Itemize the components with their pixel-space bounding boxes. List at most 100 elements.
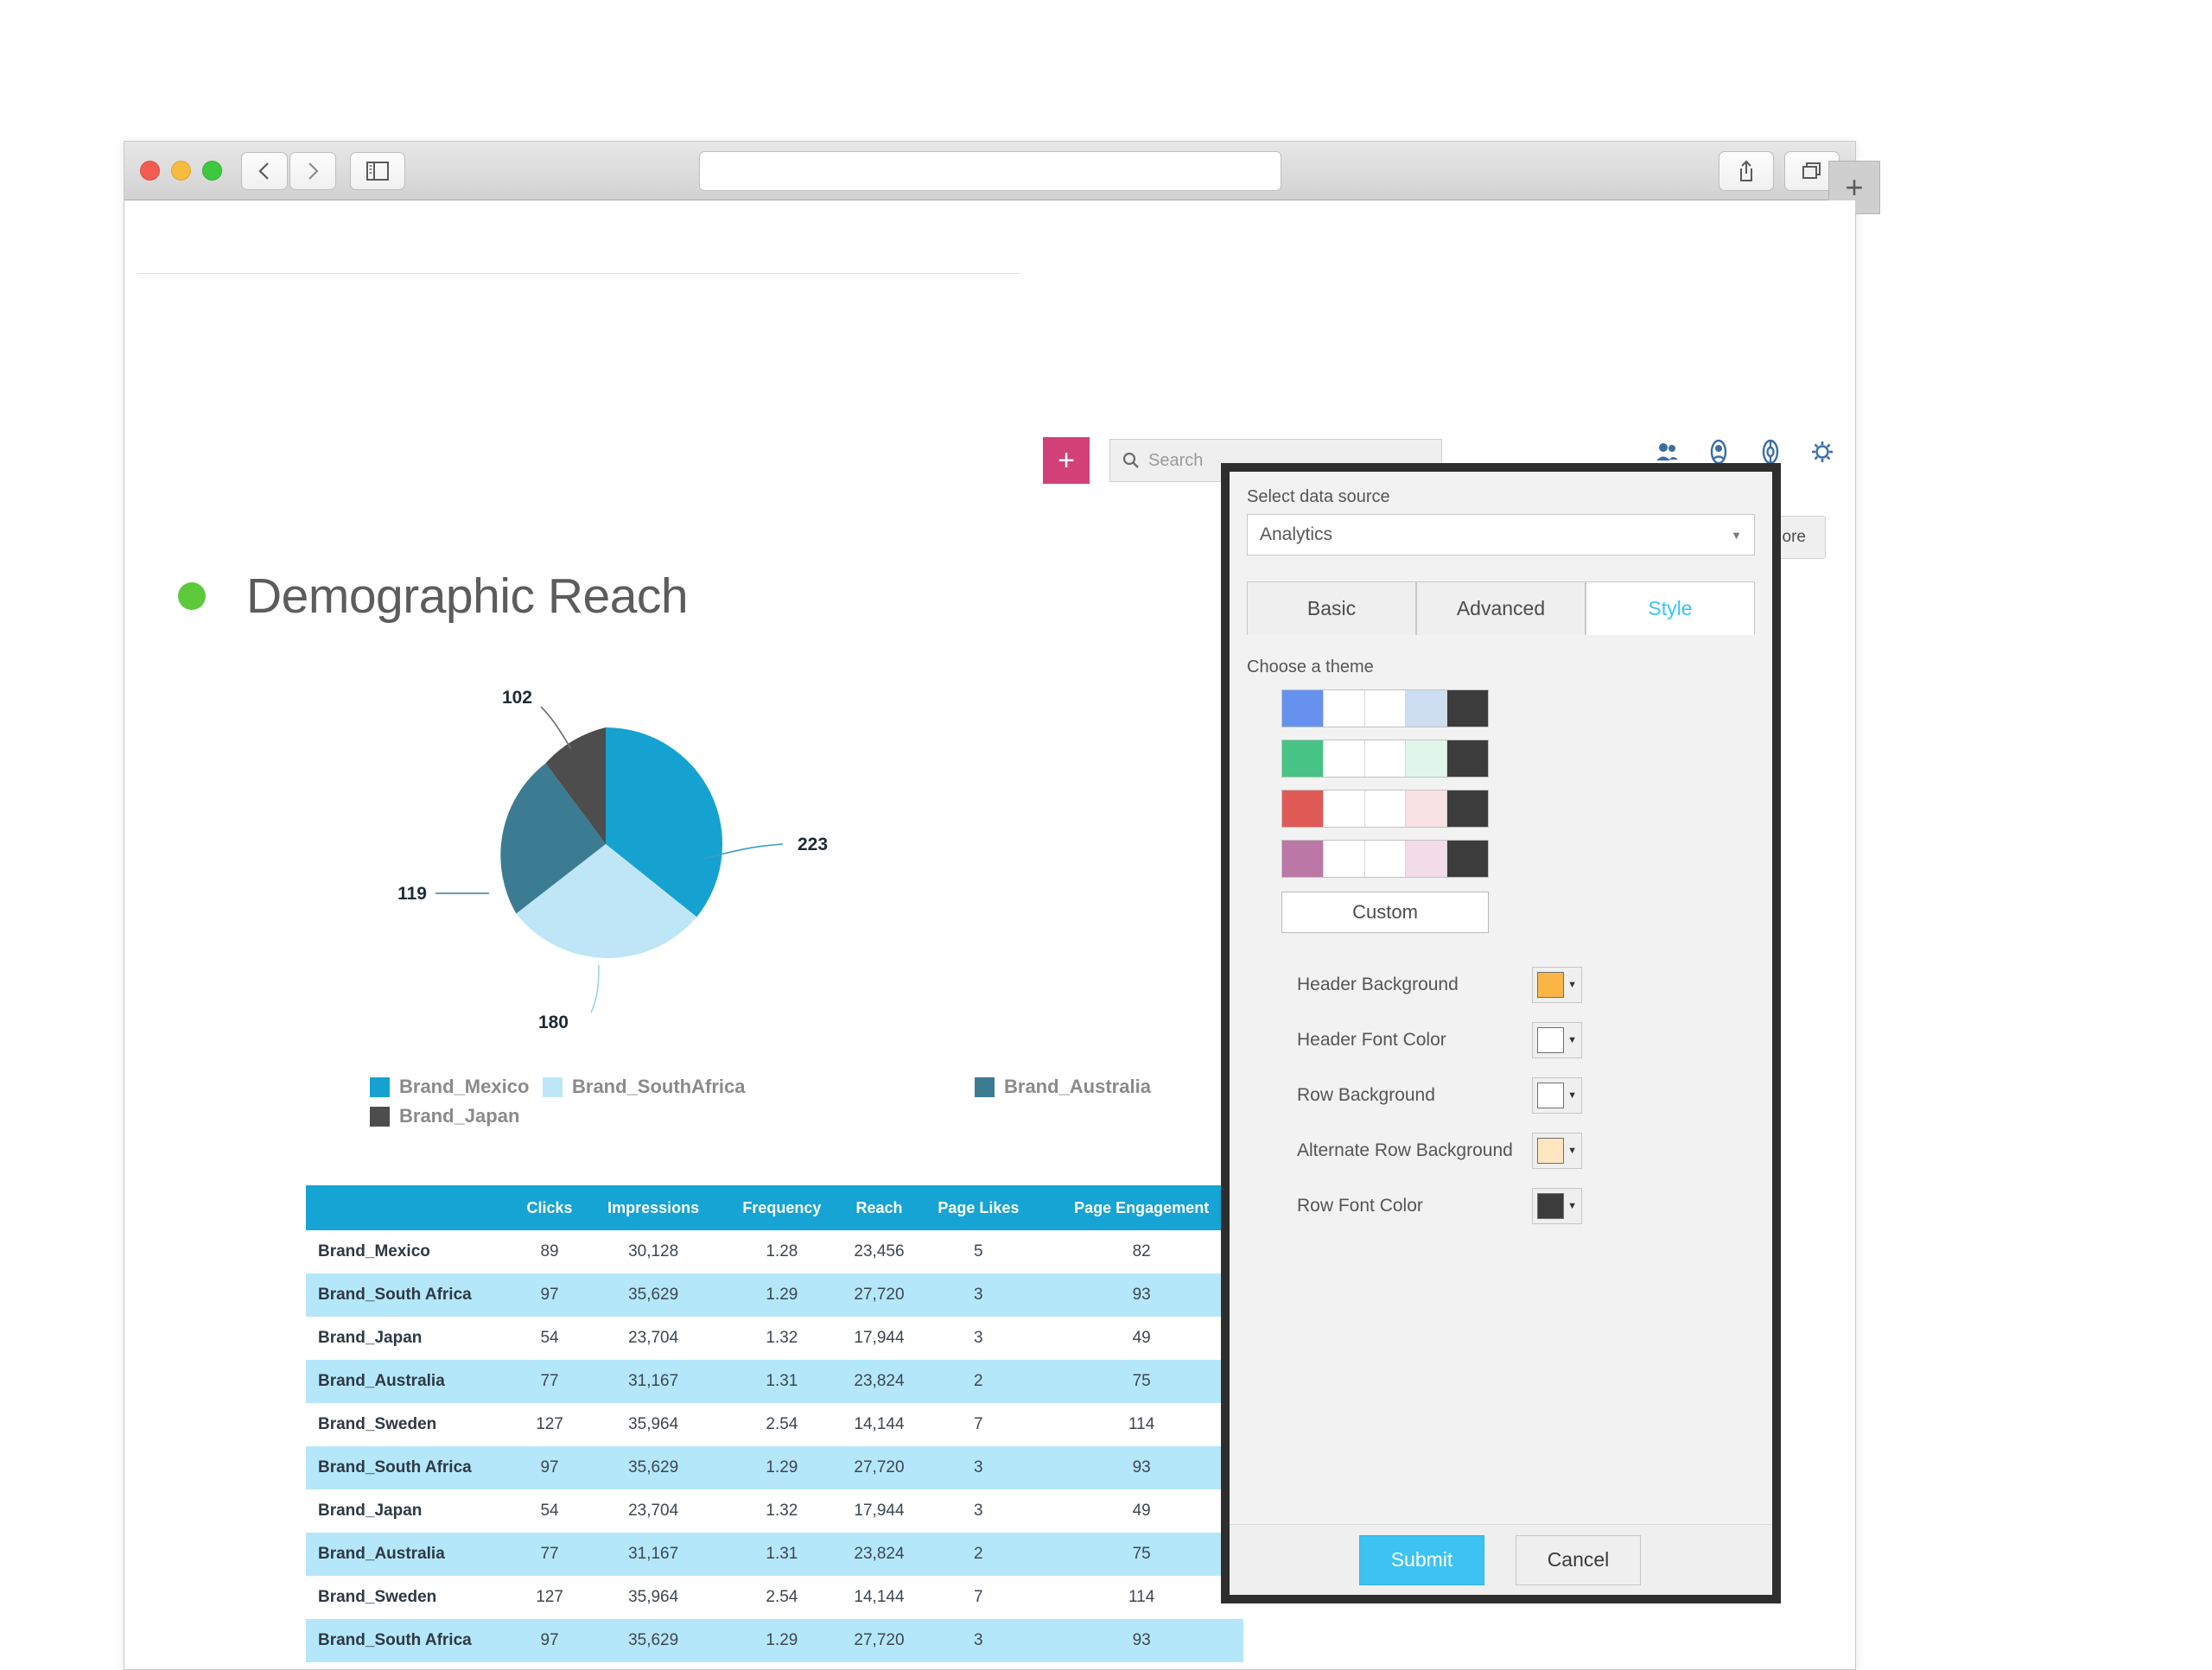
table-cell-brand: Brand_South Africa xyxy=(306,1273,515,1317)
theme-option-3[interactable] xyxy=(1281,840,1489,878)
legend-swatch-brand-mexico xyxy=(370,1076,390,1097)
table-row[interactable]: Brand_Australia 77 31,167 1.31 23,824 2 75 xyxy=(306,1360,1243,1403)
search-placeholder: Search xyxy=(1148,450,1204,470)
theme-option-1[interactable] xyxy=(1281,740,1489,778)
table-row[interactable]: Brand_Japan5423,7041.3217,944349 xyxy=(306,1662,1243,1669)
color-picker[interactable]: ▼ xyxy=(1532,1077,1582,1114)
close-window-button[interactable] xyxy=(140,161,160,181)
table-cell-brand: Brand_Sweden xyxy=(318,1588,437,1606)
zoom-window-button[interactable] xyxy=(202,161,222,181)
style-option-row: Row Font Color ▼ xyxy=(1247,1184,1755,1229)
table-row[interactable]: Brand_South Africa 97 35,629 1.29 27,720 3 93 xyxy=(306,1446,1243,1489)
table-cell: 2.54 xyxy=(766,1415,798,1433)
theme-swatch xyxy=(1364,690,1407,727)
table-cell: 27,720 xyxy=(841,1446,918,1489)
color-picker[interactable]: ▼ xyxy=(1532,1188,1582,1224)
users-icon[interactable] xyxy=(1654,439,1680,465)
table-cell: 31,167 xyxy=(584,1360,723,1403)
table-cell-brand: Brand_South Africa xyxy=(306,1619,515,1662)
color-picker[interactable]: ▼ xyxy=(1532,1133,1582,1169)
table-head: Clicks Impressions Frequency Reach Page … xyxy=(306,1185,1243,1230)
sidebar-toggle-button[interactable] xyxy=(350,151,405,190)
legend-item-brand-southafrica[interactable]: Brand_SouthAfrica xyxy=(543,1076,975,1098)
tab-style[interactable]: Style xyxy=(1586,581,1755,635)
cancel-button[interactable]: Cancel xyxy=(1516,1534,1641,1585)
legend-row-2: Brand_Japan xyxy=(370,1105,1165,1127)
table-cell: 93 xyxy=(1039,1273,1243,1317)
table-cell: 54 xyxy=(515,1662,584,1669)
submit-button[interactable]: Submit xyxy=(1359,1534,1484,1585)
table-header-cell-4[interactable]: Reach xyxy=(841,1185,918,1230)
tab-advanced[interactable]: Advanced xyxy=(1416,581,1586,635)
color-picker[interactable]: ▼ xyxy=(1532,1022,1582,1058)
table-header-cell-3[interactable]: Frequency xyxy=(722,1185,842,1230)
sidebar-icon xyxy=(366,161,389,181)
custom-theme-button[interactable]: Custom xyxy=(1281,892,1489,933)
legend-item-brand-mexico[interactable]: Brand_Mexico xyxy=(370,1076,543,1098)
leader-line-180 xyxy=(590,964,600,1013)
table-row[interactable]: Brand_Japan5423,7041.3217,944349 xyxy=(306,1489,1243,1533)
theme-option-2[interactable] xyxy=(1281,790,1489,828)
chart-legend: Brand_Mexico Brand_SouthAfrica Brand_Aus… xyxy=(370,1076,1165,1127)
url-input[interactable] xyxy=(698,150,1281,191)
table-cell: 35,629 xyxy=(584,1446,723,1489)
table-row[interactable]: Brand_Australia 77 31,167 1.31 23,824 2 75 xyxy=(306,1533,1243,1576)
table-cell: 97 xyxy=(515,1273,585,1317)
theme-section-label: Choose a theme xyxy=(1247,657,1374,676)
nav-buttons xyxy=(241,151,336,190)
table-row[interactable]: Brand_Sweden 127 35,964 2.54 14,144 7 114 xyxy=(306,1576,1243,1619)
data-source-select[interactable]: Analytics ▼ xyxy=(1247,514,1755,556)
minimize-window-button[interactable] xyxy=(171,161,191,181)
color-picker[interactable]: ▼ xyxy=(1532,967,1582,1003)
legend-item-brand-japan[interactable]: Brand_Japan xyxy=(370,1105,519,1127)
pie-chart-svg: 223 180 119 102 xyxy=(397,688,828,1032)
color-swatch xyxy=(1537,1193,1565,1219)
table-cell: 31,167 xyxy=(584,1533,723,1576)
forward-button[interactable] xyxy=(289,151,336,190)
table-header-cell-2[interactable]: Impressions xyxy=(584,1185,723,1230)
add-widget-button[interactable]: + xyxy=(1043,437,1090,484)
legend-label-brand-japan: Brand_Japan xyxy=(399,1105,520,1127)
theme-swatch xyxy=(1282,791,1324,827)
lifebuoy-icon[interactable] xyxy=(1758,439,1783,465)
table-header-cell-5[interactable]: Page Likes xyxy=(917,1185,1040,1230)
table-header-cell-6[interactable]: Page Engagement xyxy=(1039,1185,1243,1230)
table-cell: 23,824 xyxy=(841,1360,918,1403)
chevron-down-icon: ▼ xyxy=(1567,1035,1577,1045)
table-cell: 1.31 xyxy=(722,1360,842,1403)
table-row[interactable]: Brand_Mexico 89 30,128 1.28 23,456 5 82 xyxy=(306,1230,1243,1273)
chevron-down-icon: ▼ xyxy=(1567,1146,1577,1156)
table-row[interactable]: Brand_Japan5423,7041.3217,944349 xyxy=(306,1317,1243,1360)
table-cell: 1.29 xyxy=(722,1619,842,1662)
table-row[interactable]: Brand_South Africa 97 35,629 1.29 27,720 3 93 xyxy=(306,1273,1243,1317)
tab-basic[interactable]: Basic xyxy=(1247,581,1416,635)
table-header-cell-0[interactable] xyxy=(306,1185,515,1230)
color-swatch xyxy=(1537,1083,1565,1108)
theme-swatch xyxy=(1447,791,1488,827)
share-button[interactable] xyxy=(1719,150,1774,191)
theme-swatch xyxy=(1406,740,1448,777)
table-cell: 2 xyxy=(917,1533,1040,1576)
table-cell: 23,704 xyxy=(628,1329,679,1347)
legend-item-brand-australia[interactable]: Brand_Australia xyxy=(975,1076,1151,1098)
table-cell: 3 xyxy=(917,1273,1040,1317)
table-cell: 77 xyxy=(515,1360,585,1403)
style-option-label: Header Font Color xyxy=(1297,1030,1446,1050)
theme-option-0[interactable] xyxy=(1281,689,1489,727)
style-option-label: Header Background xyxy=(1297,975,1459,994)
table-header-cell-1[interactable]: Clicks xyxy=(515,1185,585,1230)
table-header-row: Clicks Impressions Frequency Reach Page … xyxy=(306,1185,1243,1230)
theme-swatch xyxy=(1364,740,1407,777)
table-cell-brand: Brand_Australia xyxy=(306,1360,515,1403)
back-button[interactable] xyxy=(241,151,288,190)
color-swatch xyxy=(1537,972,1565,998)
table-row[interactable]: Brand_South Africa 97 35,629 1.29 27,720 3 93 xyxy=(306,1619,1243,1662)
user-account-icon[interactable] xyxy=(1706,439,1732,465)
theme-swatch xyxy=(1282,740,1324,777)
legend-row-1: Brand_Mexico Brand_SouthAfrica Brand_Aus… xyxy=(370,1076,1165,1098)
table-cell: 114 xyxy=(1128,1588,1155,1606)
theme-swatch xyxy=(1323,841,1365,877)
table-cell: 2.54 xyxy=(766,1588,798,1606)
gear-icon[interactable] xyxy=(1809,439,1835,465)
table-row[interactable]: Brand_Sweden 127 35,964 2.54 14,144 7 114 xyxy=(306,1403,1243,1446)
